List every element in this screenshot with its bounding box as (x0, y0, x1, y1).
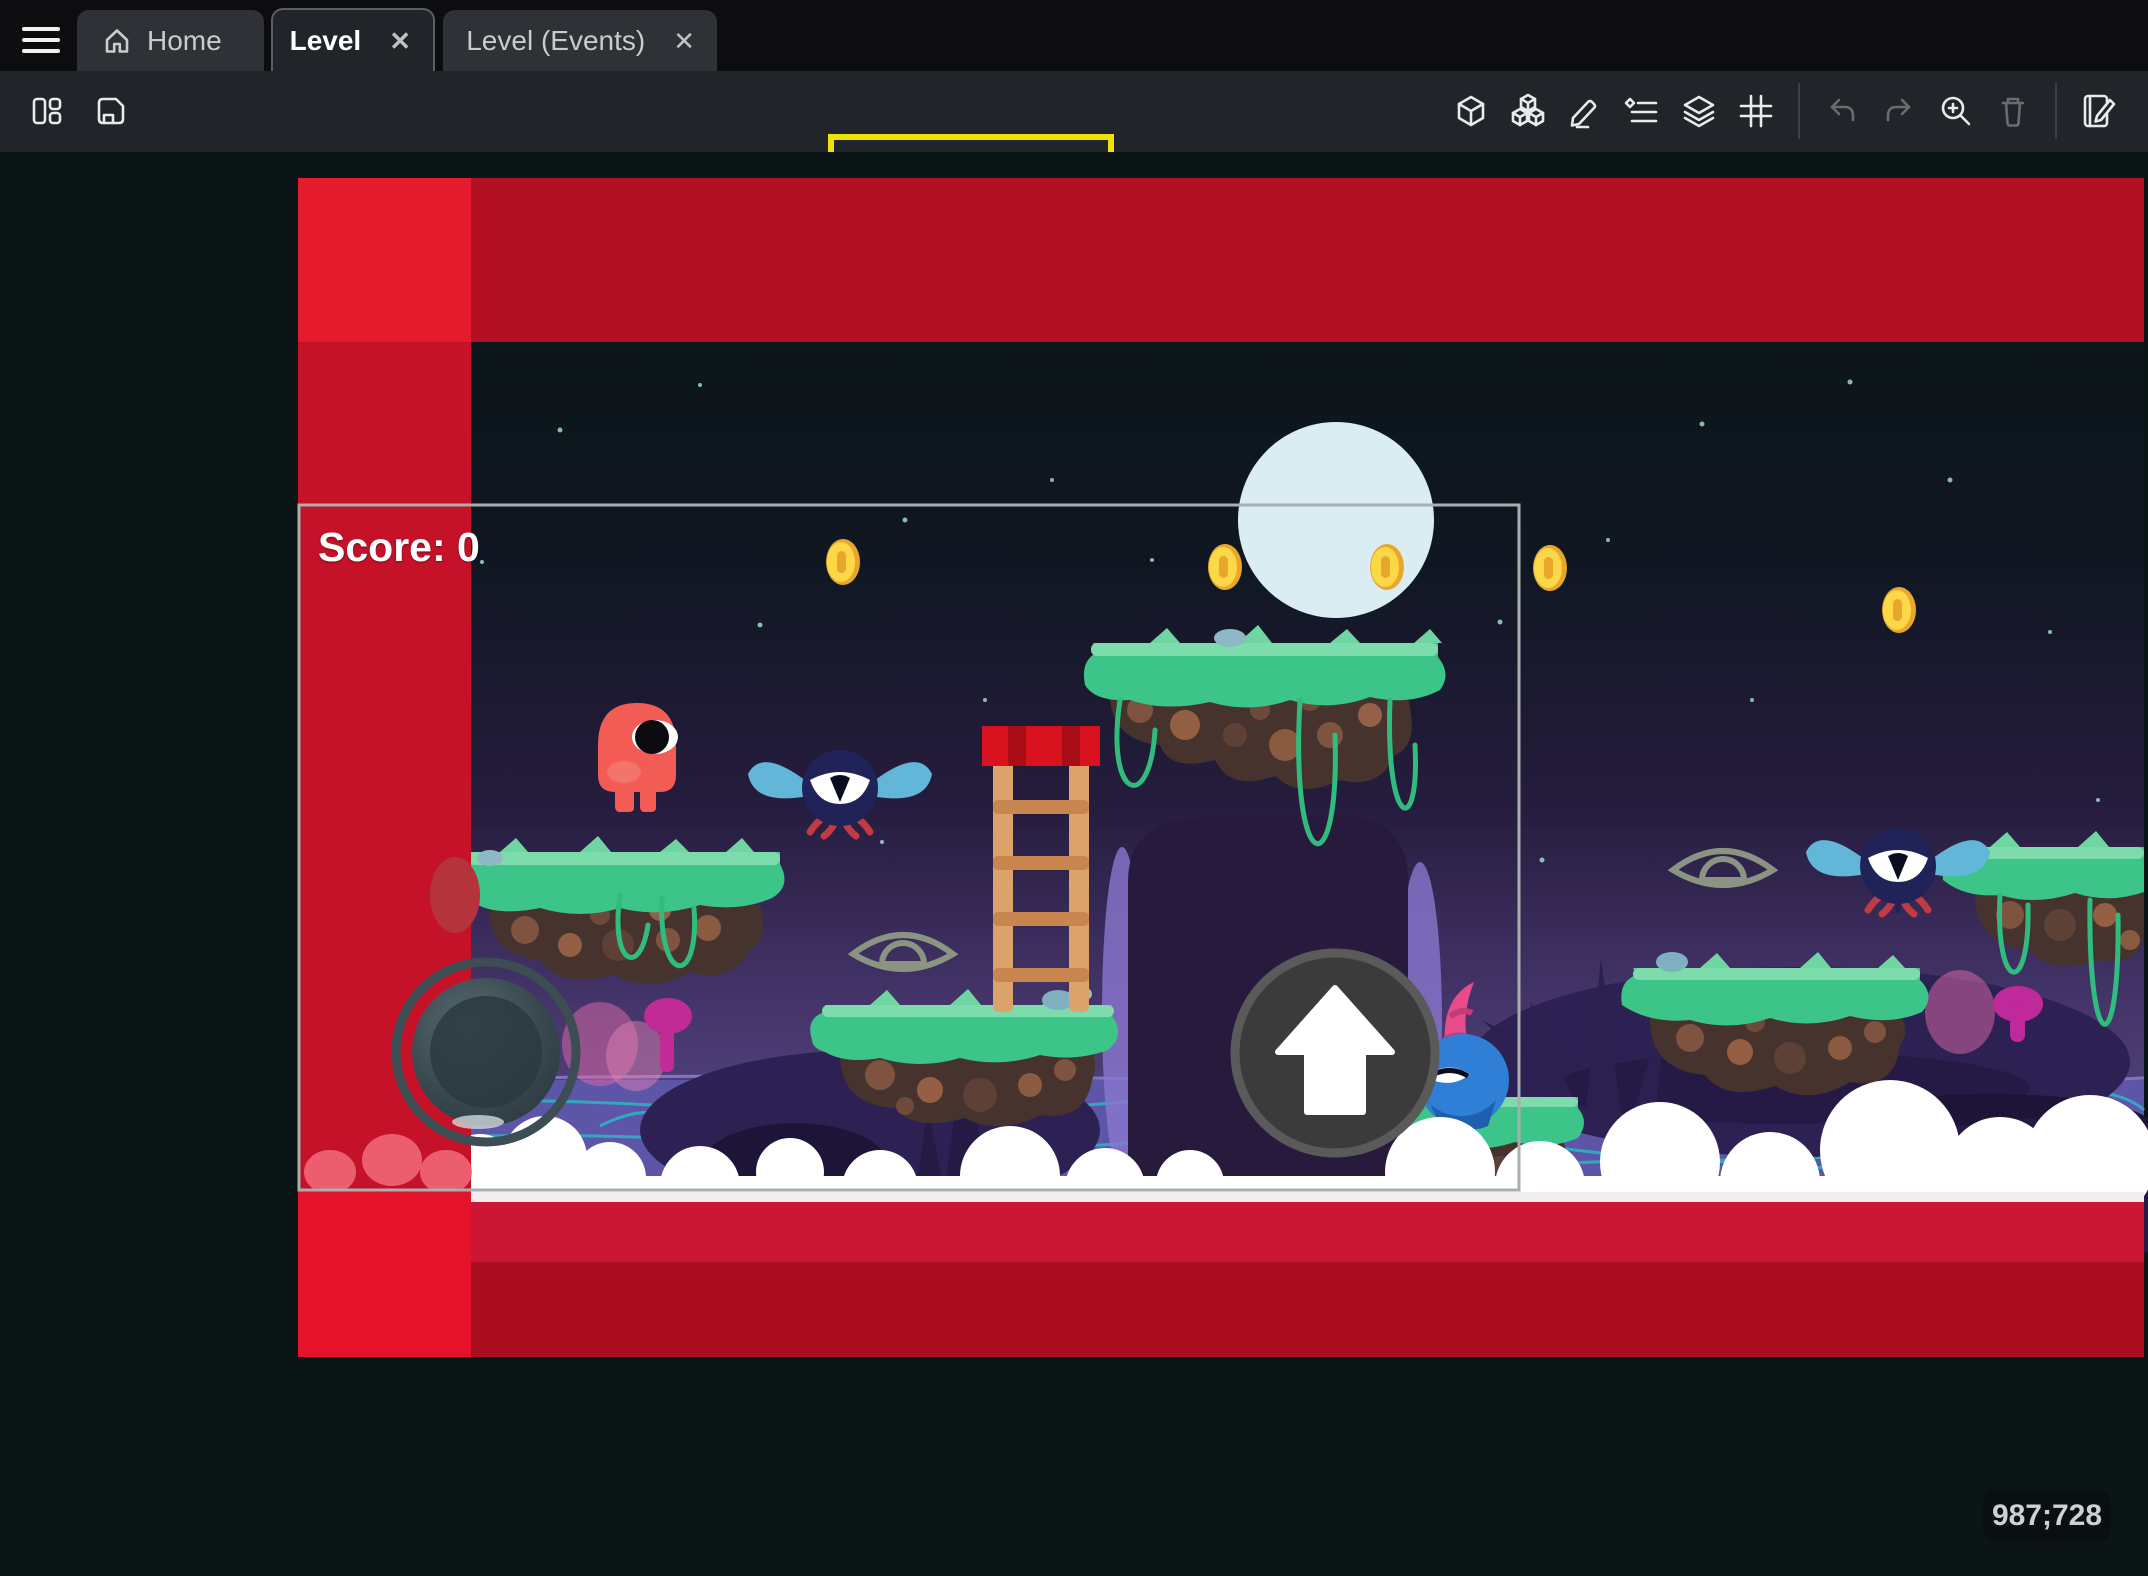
paint-icon[interactable] (1562, 82, 1608, 140)
tab-level[interactable]: Level ✕ (271, 8, 435, 72)
coin[interactable] (826, 539, 860, 585)
level-scene (0, 152, 2148, 1576)
tab-label: Level (Events) (466, 25, 645, 57)
edit-events-icon[interactable] (2076, 82, 2122, 140)
delete-icon[interactable] (1990, 82, 2036, 140)
tab-bar: Home Level ✕ Level (Events) ✕ (0, 0, 2148, 71)
coin[interactable] (1370, 544, 1404, 590)
scene-editor-canvas[interactable]: Score: 0 987;728 (0, 152, 2148, 1576)
app-window: Home Level ✕ Level (Events) ✕ (0, 0, 2148, 1576)
instance-list-icon[interactable] (1619, 82, 1665, 140)
menu-icon[interactable] (22, 27, 60, 55)
redo-icon[interactable] (1876, 82, 1922, 140)
tab-label: Level (290, 25, 362, 57)
editor-toolbar: Preview Publish (0, 71, 2148, 152)
cursor-coordinates-badge: 987;728 (1983, 1491, 2111, 1540)
tab-label: Home (147, 25, 222, 57)
tab-level-events[interactable]: Level (Events) ✕ (443, 10, 717, 71)
close-icon[interactable]: ✕ (673, 28, 695, 54)
undo-icon[interactable] (1819, 82, 1865, 140)
moon[interactable] (1238, 422, 1434, 618)
tab-home[interactable]: Home (77, 10, 264, 71)
jump-button[interactable] (1235, 953, 1435, 1153)
score-hud: Score: 0 (318, 524, 480, 571)
zoom-in-icon[interactable] (1933, 82, 1979, 140)
save-icon[interactable] (88, 82, 134, 140)
layers-icon[interactable] (1676, 82, 1722, 140)
coin[interactable] (1208, 544, 1242, 590)
panel-layout-icon[interactable] (24, 82, 70, 140)
virtual-joystick[interactable] (396, 962, 576, 1142)
coin[interactable] (1533, 545, 1567, 591)
coin[interactable] (1882, 587, 1916, 633)
home-icon (101, 25, 133, 57)
instances-icon[interactable] (1505, 82, 1551, 140)
grid-icon[interactable] (1733, 82, 1779, 140)
close-icon[interactable]: ✕ (389, 28, 411, 54)
add-object-icon[interactable] (1448, 82, 1494, 140)
